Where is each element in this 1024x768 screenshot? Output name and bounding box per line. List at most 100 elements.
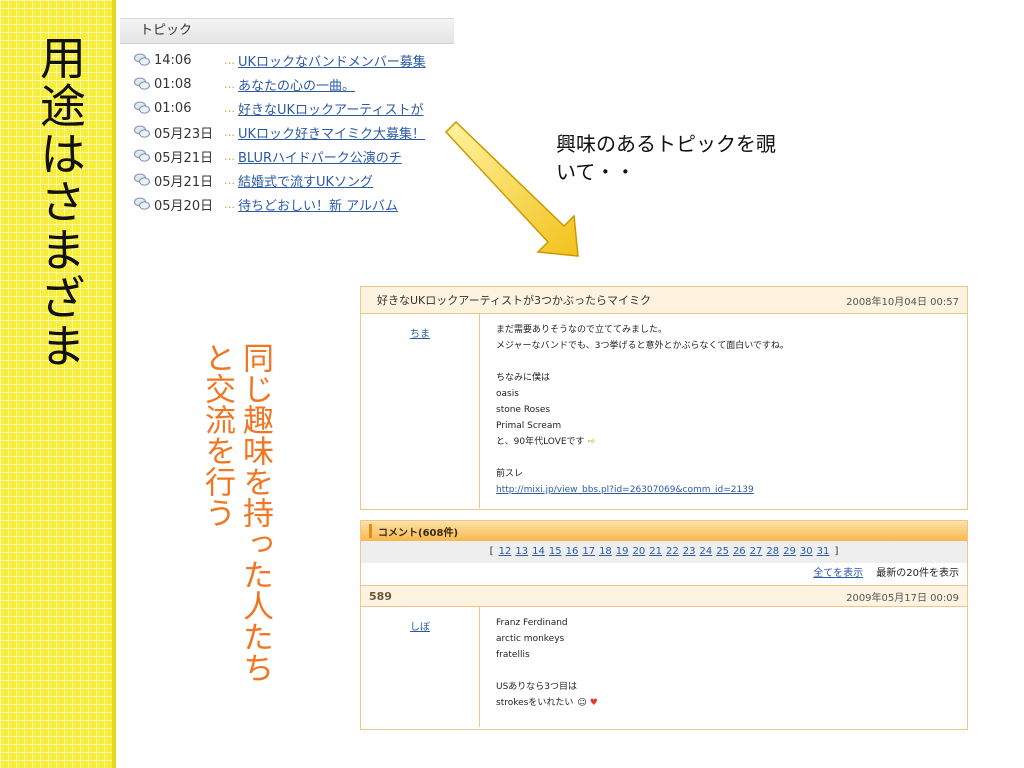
author-column: ちま [361, 314, 480, 508]
comment-header: 589 2009年05月17日 00:09 [361, 585, 967, 607]
prev-thread-link[interactable]: http://mixi.jp/view_bbs.pl?id=26307069&c… [496, 485, 754, 495]
page-link[interactable]: 23 [683, 546, 696, 557]
callout-text: 興味のあるトピックを覗 いて・・ [556, 130, 856, 186]
topic-dots: … [224, 149, 235, 163]
thread-panel: 好きなUKロックアーティストが3つかぶったらマイミク 2008年10月04日 0… [360, 286, 968, 510]
page-link[interactable]: 12 [499, 546, 512, 557]
topic-link[interactable]: UKロックなバンドメンバー募集 [238, 51, 426, 70]
comments-header: コメント(608件) [361, 521, 967, 541]
pager-bracket-open: [ [489, 546, 497, 557]
thread-line: oasis [496, 389, 519, 399]
comment-line: Franz Ferdinand [496, 618, 568, 628]
page-link[interactable]: 27 [750, 546, 763, 557]
topic-header: トピック [120, 18, 454, 44]
topic-time: 05月21日 [154, 174, 214, 190]
strip-edge [112, 0, 116, 768]
thread-line: ちなみに僕は [496, 373, 551, 383]
arrow-emoji-icon: ⇨ [587, 437, 596, 447]
topic-link[interactable]: 待ちどおしい！新 アルバム [238, 195, 398, 214]
topic-dots: … [224, 197, 235, 211]
topic-link[interactable]: BLURハイドパーク公演のチ [238, 147, 402, 166]
show-options: 全てを表示 最新の20件を表示 [361, 563, 967, 585]
topic-link[interactable]: 好きなUKロックアーティストが [238, 99, 423, 118]
latest-label: 最新の20件を表示 [876, 568, 959, 579]
comment-line: fratellis [496, 650, 530, 660]
speech-bubble-icon [134, 149, 150, 162]
slide-title: 用途はさまざま [33, 34, 87, 370]
topic-time: 05月21日 [154, 150, 214, 166]
page-link[interactable]: 30 [800, 546, 813, 557]
comment-body: しぼ Franz Ferdinand arctic monkeys fratelli… [361, 607, 967, 727]
topic-item: 14:06 … UKロックなバンドメンバー募集 [134, 48, 454, 72]
prev-thread-label: 前スレ [496, 469, 524, 479]
thread-lines: まだ需要ありそうなので立ててみました。 メジャーなバンドでも、3つ挙げると意外とか… [496, 322, 789, 450]
speech-bubble-icon [134, 53, 150, 66]
comments-count: コメント(608件) [378, 527, 459, 539]
show-all-link[interactable]: 全てを表示 [813, 568, 863, 579]
topic-item: 05月20日 … 待ちどおしい！新 アルバム [134, 192, 454, 216]
page-link[interactable]: 13 [515, 546, 528, 557]
topic-dots: … [224, 125, 235, 139]
topic-time: 01:08 [154, 76, 192, 92]
comment-message: Franz Ferdinand arctic monkeys fratellis U… [480, 607, 598, 727]
topic-time: 01:06 [154, 100, 192, 116]
speech-bubble-icon [134, 101, 150, 114]
topic-link[interactable]: UKロック好きマイミク大募集！ [238, 123, 425, 142]
topic-item: 05月23日 … UKロック好きマイミク大募集！ [134, 120, 454, 144]
page-link[interactable]: 15 [549, 546, 562, 557]
comment-line: USありなら3つ目は [496, 682, 578, 692]
speech-bubble-icon [134, 197, 150, 210]
thread-line: と、90年代LOVEです ⇨ [496, 437, 596, 447]
topic-dots: … [224, 53, 235, 67]
thread-message: まだ需要ありそうなので立ててみました。 メジャーなバンドでも、3つ挙げると意外とか… [480, 314, 789, 508]
page-link[interactable]: 18 [599, 546, 612, 557]
topic-time: 05月20日 [154, 198, 214, 214]
page-link[interactable]: 17 [582, 546, 595, 557]
topic-item: 05月21日 … BLURハイドパーク公演のチ [134, 144, 454, 168]
thread-line: stone Roses [496, 405, 551, 415]
comment-date: 2009年05月17日 00:09 [846, 592, 959, 604]
page-link[interactable]: 20 [633, 546, 646, 557]
topic-link[interactable]: 結婚式で流すUKソング [238, 171, 373, 190]
page-link[interactable]: 28 [766, 546, 779, 557]
page-link[interactable]: 16 [566, 546, 579, 557]
face-emoji-icon: ☺ [577, 698, 587, 708]
comment-line [496, 663, 598, 679]
page-link[interactable]: 29 [783, 546, 796, 557]
thread-body: ちま まだ需要ありそうなので立ててみました。 メジャーなバンドでも、3つ挙げると意… [361, 314, 967, 508]
page-link[interactable]: 21 [649, 546, 662, 557]
side-caption-line1: 同じ趣味を持った人たち [237, 342, 273, 683]
topic-time: 14:06 [154, 52, 192, 68]
comment-line: arctic monkeys [496, 634, 565, 644]
topic-item: 05月21日 … 結婚式で流すUKソング [134, 168, 454, 192]
topic-item: 01:08 … あなたの心の一曲。 [134, 72, 454, 96]
comment-author-column: しぼ [361, 607, 480, 727]
heart-icon: ♥ [589, 698, 598, 708]
side-caption-line2: と交流を行う [199, 342, 235, 528]
page-link[interactable]: 19 [616, 546, 629, 557]
comment-author-link[interactable]: しぼ [410, 622, 430, 633]
topic-dots: … [224, 173, 235, 187]
speech-bubble-icon [134, 173, 150, 186]
callout-line1: 興味のあるトピックを覗 [556, 132, 776, 156]
comments-panel: コメント(608件) [ 12 13 14 15 16 17 18 19 20 21 22 23 24 2… [360, 520, 968, 730]
page-link[interactable]: 25 [716, 546, 729, 557]
topic-time: 05月23日 [154, 126, 214, 142]
page-link[interactable]: 26 [733, 546, 746, 557]
page-link[interactable]: 22 [666, 546, 679, 557]
thread-line [496, 354, 789, 370]
page-link[interactable]: 31 [817, 546, 830, 557]
page-link[interactable]: 14 [532, 546, 545, 557]
topic-list: 14:06… UKロックなバンドメンバー募集 01:08… あなたの心の一曲。 01:0… [120, 44, 454, 216]
comment-number: 589 [369, 589, 392, 603]
topic-panel: トピック 14:06… UKロックなバンドメンバー募集 01:08… あなたの心の一曲… [120, 18, 454, 218]
comment-line: strokesをいれたい ☺ ♥ [496, 698, 598, 708]
topic-link[interactable]: あなたの心の一曲。 [238, 75, 355, 94]
speech-bubble-icon [134, 77, 150, 90]
topic-dots: … [224, 101, 235, 115]
topic-item: 01:06 … 好きなUKロックアーティストが [134, 96, 454, 120]
thread-author-link[interactable]: ちま [410, 329, 430, 340]
page-link[interactable]: 24 [699, 546, 712, 557]
header-bar [369, 524, 372, 538]
